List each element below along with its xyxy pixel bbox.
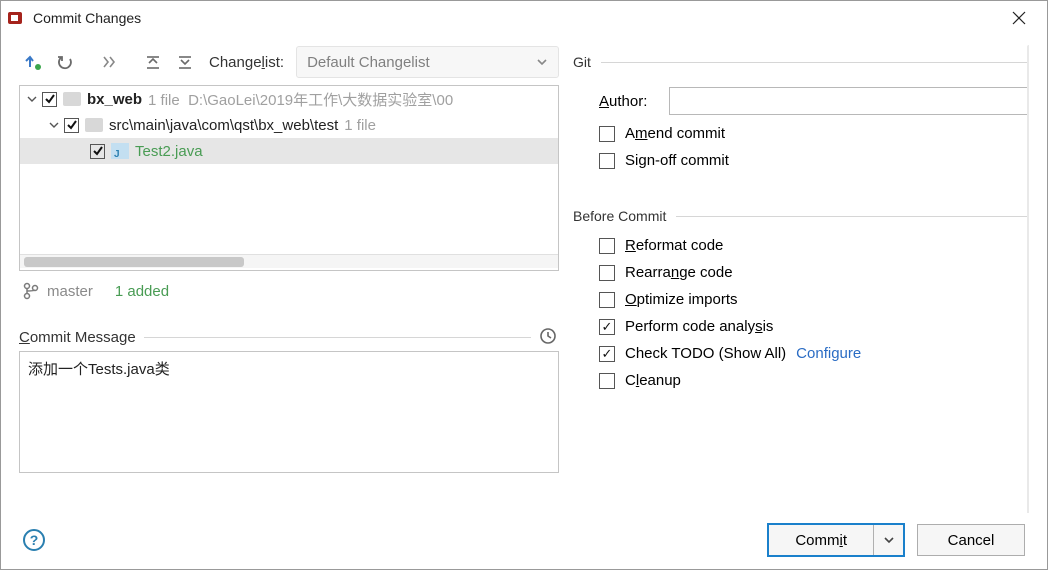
commit-message-label: Commit Message	[19, 329, 136, 346]
toolbar: Changelist: Default Changelist	[19, 45, 559, 79]
commit-dropdown[interactable]	[873, 525, 903, 555]
optimize-imports-checkbox[interactable]: Optimize imports	[579, 291, 1029, 308]
divider	[601, 62, 1029, 63]
tree-pkg-hint: 1 file	[344, 117, 376, 134]
amend-commit-checkbox[interactable]: Amend commit	[599, 125, 1029, 142]
tree-root-name: bx_web	[87, 91, 142, 108]
group-by-icon[interactable]	[19, 48, 47, 76]
tree-root-hint: 1 file D:\GaoLei\2019年工作\大数据实验室\00	[148, 89, 453, 110]
tree-pkg-path: src\main\java\com\qst\bx_web\test	[109, 117, 338, 134]
chevron-down-icon	[536, 56, 548, 68]
commit-message-input[interactable]	[19, 351, 559, 473]
chevron-right-icon[interactable]	[95, 48, 123, 76]
file-tree: bx_web 1 file D:\GaoLei\2019年工作\大数据实验室\0…	[19, 85, 559, 271]
chevron-down-icon[interactable]	[46, 117, 62, 133]
folder-icon	[85, 118, 103, 132]
tree-row-pkg[interactable]: src\main\java\com\qst\bx_web\test 1 file	[20, 112, 558, 138]
checkbox[interactable]	[64, 118, 79, 133]
java-file-icon	[111, 143, 129, 159]
branch-row: master 1 added	[19, 277, 559, 305]
folder-icon	[63, 92, 81, 106]
commit-button-group: Commit	[767, 523, 905, 557]
app-icon	[7, 9, 25, 27]
help-button[interactable]: ?	[23, 529, 45, 551]
reformat-code-checkbox[interactable]: Reformat code	[579, 237, 1029, 254]
git-section-label: Git	[573, 54, 591, 70]
window-title: Commit Changes	[33, 10, 997, 26]
check-todo-checkbox[interactable]: Check TODO (Show All)Configure	[579, 345, 1029, 362]
branch-name: master	[47, 283, 93, 300]
tree-scrollbar[interactable]	[20, 254, 558, 268]
changelist-label: Changelist:	[209, 54, 284, 71]
branch-icon	[23, 282, 39, 300]
rollback-icon[interactable]	[51, 48, 79, 76]
divider	[144, 337, 531, 338]
rearrange-code-checkbox[interactable]: Rearrange code	[579, 264, 1029, 281]
before-commit-label: Before Commit	[573, 208, 666, 224]
tree-file-name: Test2.java	[135, 143, 203, 160]
cleanup-checkbox[interactable]: Cleanup	[579, 372, 1029, 389]
checkbox[interactable]	[42, 92, 57, 107]
author-input[interactable]	[669, 87, 1029, 115]
panel-scrollbar[interactable]	[1027, 45, 1029, 513]
checkbox[interactable]	[90, 144, 105, 159]
added-count: 1 added	[115, 283, 169, 300]
commit-button[interactable]: Commit	[769, 525, 873, 555]
history-icon[interactable]	[539, 327, 559, 347]
perform-analysis-checkbox[interactable]: Perform code analysis	[579, 318, 1029, 335]
titlebar: Commit Changes	[1, 1, 1047, 35]
cancel-button[interactable]: Cancel	[917, 524, 1025, 556]
author-label: Author:	[599, 93, 669, 110]
tree-row-file[interactable]: Test2.java	[20, 138, 558, 164]
changelist-select[interactable]: Default Changelist	[296, 46, 559, 78]
configure-link[interactable]: Configure	[796, 345, 861, 362]
changelist-value: Default Changelist	[307, 54, 430, 71]
signoff-commit-checkbox[interactable]: Sign-off commit	[599, 152, 1029, 169]
tree-row-root[interactable]: bx_web 1 file D:\GaoLei\2019年工作\大数据实验室\0…	[20, 86, 558, 112]
chevron-down-icon[interactable]	[24, 91, 40, 107]
window-close-button[interactable]	[997, 3, 1041, 33]
expand-all-icon[interactable]	[139, 48, 167, 76]
collapse-all-icon[interactable]	[171, 48, 199, 76]
divider	[676, 216, 1029, 217]
